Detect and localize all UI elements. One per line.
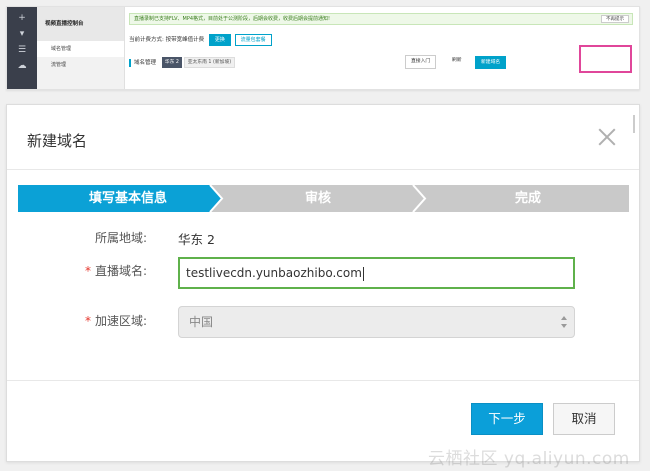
region-label: 所属地域: — [94, 231, 147, 245]
cloud-icon[interactable]: ☁ — [7, 58, 37, 74]
billing-change-button[interactable]: 更换 — [208, 34, 231, 46]
region-tab-singapore[interactable]: 亚太东南 1 (新加坡) — [183, 57, 236, 68]
dialog-title: 新建域名 — [27, 132, 88, 150]
domain-label: 直播域名: — [94, 264, 147, 278]
domain-input[interactable]: testlivecdn.yunbaozhibo.com — [178, 257, 575, 289]
area-label: 加速区域: — [94, 314, 147, 328]
notice-dismiss-button[interactable]: 不再提示 — [601, 15, 629, 23]
area-select-value: 中国 — [189, 315, 214, 329]
footer-divider — [7, 380, 639, 381]
notice-banner: 直播录制已支持FLV、MP4格式，目前处于公测阶段，后期会收费，收费后期会提前通… — [129, 13, 633, 25]
domain-mgmt-row: 域名管理 华东 2 亚太东南 1 (新加坡) — [129, 56, 635, 70]
domain-mgmt-label: 域名管理 — [129, 58, 160, 67]
next-step-button[interactable]: 下一步 — [471, 403, 543, 435]
scrollbar[interactable] — [633, 115, 635, 133]
menu-icon[interactable]: ☰ — [7, 42, 37, 58]
required-asterisk: * — [84, 264, 91, 278]
required-asterisk: * — [84, 314, 91, 328]
billing-row: 当前计费方式: 按带宽峰值计费 更换 流量包套餐 — [129, 34, 272, 46]
highlight-box — [579, 45, 632, 73]
step-done: 完成 — [514, 191, 541, 206]
refresh-button[interactable]: 刷新 — [450, 55, 464, 69]
sidebar-item-domain[interactable]: 域名管理 — [37, 41, 124, 57]
new-domain-dialog: 新建域名 填写基本信息 审核 完成 所属地域: 华东 2 * 直播域名: test… — [6, 104, 640, 462]
caret-icon[interactable]: ▾ — [7, 26, 37, 42]
guide-button[interactable]: 直接入门 — [405, 55, 437, 69]
region-value: 华东 2 — [178, 232, 215, 247]
step-review: 审核 — [304, 191, 331, 206]
domain-input-value: testlivecdn.yunbaozhibo.com — [186, 266, 362, 280]
cancel-button[interactable]: 取消 — [553, 403, 615, 435]
area-select[interactable]: 中国 — [178, 306, 575, 338]
watermark: 云栖社区 yq.aliyun.com — [428, 449, 630, 469]
console-left-rail: + ▾ ☰ ☁ — [7, 7, 37, 89]
close-icon[interactable] — [597, 127, 617, 147]
text-caret — [362, 266, 364, 281]
sidebar-item-stream[interactable]: 流管理 — [37, 57, 124, 73]
notice-text: 直播录制已支持FLV、MP4格式，目前处于公测阶段，后期会收费，收费后期会提前通… — [134, 16, 331, 22]
divider — [7, 169, 639, 170]
console-app-title: 视频直播控制台 — [37, 7, 124, 41]
region-tab-east2[interactable]: 华东 2 — [161, 57, 182, 68]
billing-package-button[interactable]: 流量包套餐 — [234, 34, 272, 46]
console-main: 直播录制已支持FLV、MP4格式，目前处于公测阶段，后期会收费，收费后期会提前通… — [125, 7, 639, 89]
select-arrows-icon — [561, 316, 568, 328]
area-label-wrap: * 加速区域: — [85, 312, 147, 329]
billing-label: 当前计费方式: 按带宽峰值计费 — [129, 37, 205, 43]
console-screenshot: + ▾ ☰ ☁ 视频直播控制台 域名管理 流管理 直播录制已支持FLV、MP4格… — [6, 6, 640, 90]
new-domain-button[interactable]: 新建域名 — [475, 56, 507, 69]
page: + ▾ ☰ ☁ 视频直播控制台 域名管理 流管理 直播录制已支持FLV、MP4格… — [0, 0, 650, 471]
plus-icon[interactable]: + — [7, 10, 37, 26]
step-fill-basic-info: 填写基本信息 — [88, 191, 167, 206]
console-sidebar: 视频直播控制台 域名管理 流管理 — [37, 7, 125, 89]
step-progress: 填写基本信息 审核 完成 — [18, 185, 629, 212]
domain-label-wrap: * 直播域名: — [85, 262, 147, 279]
